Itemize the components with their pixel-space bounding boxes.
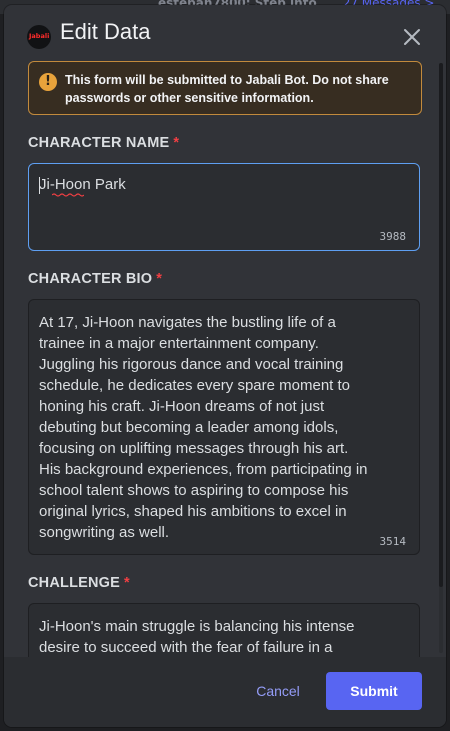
modal-header: Jabali Edit Data bbox=[4, 5, 446, 59]
challenge-label: CHALLENGE * bbox=[28, 575, 130, 591]
character-name-input[interactable]: Ji-Hoon Park 3988 bbox=[28, 163, 420, 251]
warning-text: This form will be submitted to Jabali Bo… bbox=[65, 71, 405, 107]
modal-title: Edit Data bbox=[60, 19, 151, 44]
scrollbar[interactable] bbox=[439, 63, 443, 653]
character-name-label: CHARACTER NAME * bbox=[28, 135, 179, 151]
character-bio-label-text: CHARACTER BIO bbox=[28, 271, 153, 287]
warning-bot-name: Jabali Bot bbox=[245, 73, 306, 87]
character-name-value: Ji-Hoon Park bbox=[39, 176, 126, 193]
character-bio-textarea[interactable]: At 17, Ji-Hoon navigates the bustling li… bbox=[28, 299, 420, 555]
jabali-logo: Jabali bbox=[27, 25, 51, 49]
challenge-value: Ji-Hoon's main struggle is balancing his… bbox=[39, 618, 359, 656]
character-bio-char-counter: 3514 bbox=[379, 535, 407, 548]
modal-footer: Cancel Submit bbox=[4, 657, 446, 727]
exclamation-circle-icon: ! bbox=[39, 73, 57, 91]
character-bio-label: CHARACTER BIO * bbox=[28, 271, 162, 287]
scrollbar-thumb[interactable] bbox=[439, 63, 443, 587]
required-marker: * bbox=[124, 575, 130, 591]
character-name-label-text: CHARACTER NAME bbox=[28, 135, 170, 151]
required-marker: * bbox=[156, 271, 163, 287]
spellcheck-underline bbox=[52, 193, 84, 197]
warning-text-prefix: This form will be submitted to bbox=[65, 73, 246, 87]
submit-button[interactable]: Submit bbox=[326, 672, 422, 710]
required-marker: * bbox=[173, 135, 180, 151]
cancel-button[interactable]: Cancel bbox=[242, 673, 314, 709]
challenge-label-text: CHALLENGE bbox=[28, 575, 121, 591]
warning-banner: ! This form will be submitted to Jabali … bbox=[28, 61, 422, 115]
close-icon[interactable] bbox=[402, 27, 422, 47]
challenge-textarea[interactable]: Ji-Hoon's main struggle is balancing his… bbox=[28, 603, 420, 657]
logo-wordmark: Jabali bbox=[29, 32, 50, 40]
character-name-char-counter: 3988 bbox=[379, 230, 407, 243]
character-bio-value: At 17, Ji-Hoon navigates the bustling li… bbox=[39, 314, 372, 541]
edit-data-modal: Jabali Edit Data ! This form will be sub… bbox=[4, 5, 446, 727]
modal-body[interactable]: ! This form will be submitted to Jabali … bbox=[4, 59, 446, 657]
